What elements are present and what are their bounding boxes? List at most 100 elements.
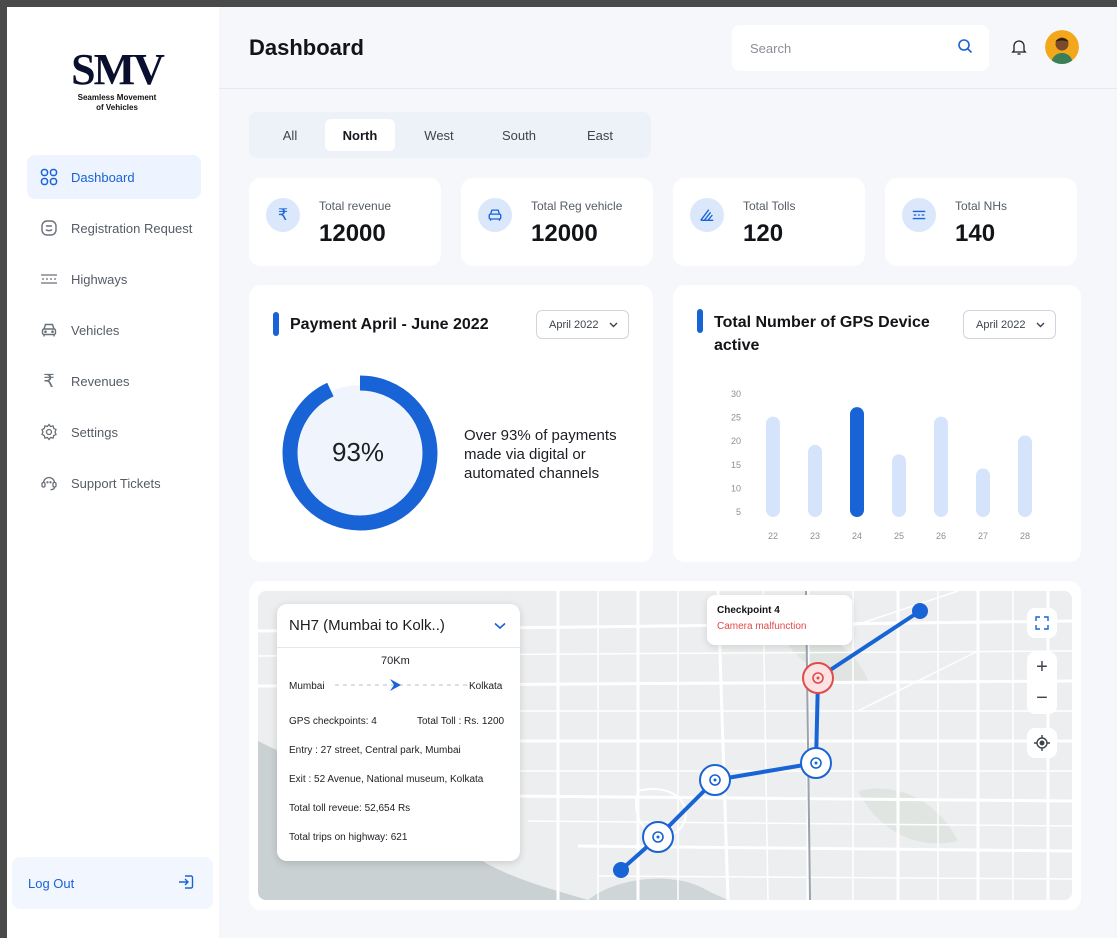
search-icon[interactable] — [957, 38, 973, 59]
route-direction-line — [335, 679, 470, 691]
sidebar-item-registration-request[interactable]: Registration Request — [27, 206, 201, 250]
route-total-toll: Total Toll : Rs. 1200 — [417, 716, 505, 727]
chevron-down-icon — [1036, 319, 1045, 331]
sidebar-item-settings[interactable]: Settings — [27, 410, 201, 454]
support-icon — [39, 473, 59, 493]
rupee-icon: ₹ — [43, 370, 55, 391]
logout-button[interactable]: Log Out — [12, 857, 213, 909]
zoom-in-button[interactable]: + — [1036, 652, 1048, 683]
logout-label: Log Out — [28, 875, 75, 891]
tab-south[interactable]: South — [483, 119, 555, 151]
route-start-marker[interactable] — [613, 862, 629, 878]
logo-tagline: Seamless Movement — [77, 93, 157, 102]
y-tick-label: 15 — [731, 460, 741, 470]
notification-bell-icon[interactable] — [1007, 35, 1031, 59]
route-entry: Entry : 27 street, Central park, Mumbai — [289, 745, 461, 756]
chevron-down-icon — [609, 319, 618, 331]
dropdown-value: April 2022 — [976, 318, 1026, 331]
route-exit: Exit : 52 Avenue, National museum, Kolka… — [289, 774, 484, 785]
sidebar-item-support-tickets[interactable]: Support Tickets — [27, 461, 201, 505]
payment-desc-line: Over 93% of payments — [464, 427, 617, 444]
route-info-card: NH7 (Mumbai to Kolk..) 70Km Mumbai Kolka… — [277, 604, 520, 861]
route-selector[interactable]: NH7 (Mumbai to Kolk..) — [277, 604, 520, 648]
checkpoint-3-marker[interactable] — [800, 747, 832, 779]
tab-north[interactable]: North — [325, 119, 395, 151]
payment-desc-line: automated channels — [464, 465, 600, 482]
x-tick-label: 25 — [894, 531, 904, 541]
route-from: Mumbai — [289, 681, 325, 692]
checkpoint-1-marker[interactable] — [642, 821, 674, 853]
callout-status: Camera malfunction — [717, 621, 807, 632]
sidebar-item-label: Vehicles — [71, 322, 120, 338]
gps-title-line: Total Number of GPS Device — [714, 314, 930, 331]
bar-24[interactable] — [850, 407, 864, 517]
avatar[interactable] — [1045, 30, 1079, 64]
bar-26[interactable] — [934, 416, 948, 517]
route-end-marker[interactable] — [912, 603, 928, 619]
top-header: Dashboard — [219, 7, 1117, 89]
y-tick-label: 5 — [736, 507, 741, 517]
locate-icon — [1034, 735, 1050, 751]
stat-value: 12000 — [531, 220, 598, 247]
sidebar-item-revenues[interactable]: ₹ Revenues — [27, 359, 201, 403]
route-to: Kolkata — [469, 681, 503, 692]
stat-label: Total Reg vehicle — [531, 199, 623, 213]
checkpoint-callout: Checkpoint 4 Camera malfunction — [707, 595, 852, 645]
gps-month-dropdown[interactable]: April 2022 — [963, 310, 1056, 339]
chevron-down-icon — [494, 617, 506, 635]
zoom-out-button[interactable]: − — [1036, 683, 1048, 714]
bar-25[interactable] — [892, 454, 906, 517]
payment-description: Over 93% of payments made via digital or… — [464, 426, 644, 483]
gps-bar-chart: 30 25 20 15 10 5 22 23 24 25 26 27 28 — [731, 389, 1032, 541]
locate-button[interactable] — [1027, 728, 1057, 758]
sidebar-item-label: Settings — [71, 424, 118, 440]
route-distance: 70Km — [381, 655, 410, 667]
panel-accent-bar — [273, 312, 279, 336]
rupee-icon: ₹ — [266, 198, 300, 232]
bar-28[interactable] — [1018, 435, 1032, 517]
x-tick-label: 28 — [1020, 531, 1030, 541]
bar-22[interactable] — [766, 416, 780, 517]
checkpoint-2-marker[interactable] — [699, 764, 731, 796]
logout-icon — [177, 873, 195, 894]
stat-value: 120 — [743, 220, 784, 247]
stat-label: Total Tolls — [743, 199, 796, 213]
x-tick-label: 27 — [978, 531, 988, 541]
logo: SMV Seamless Movement of Vehicles — [47, 47, 187, 113]
y-tick-label: 30 — [731, 389, 741, 399]
x-tick-label: 24 — [852, 531, 862, 541]
stat-card-revenue: ₹ Total revenue 12000 — [249, 178, 441, 266]
request-icon — [39, 218, 59, 238]
payment-month-dropdown[interactable]: April 2022 — [536, 310, 629, 339]
sidebar-item-dashboard[interactable]: Dashboard — [27, 155, 201, 199]
sidebar-nav: Dashboard Registration Request Highways … — [27, 155, 201, 512]
tab-east[interactable]: East — [555, 119, 645, 151]
y-tick-label: 10 — [731, 483, 741, 493]
callout-title: Checkpoint 4 — [717, 605, 780, 616]
highway-icon — [902, 198, 936, 232]
tab-all[interactable]: All — [255, 119, 325, 151]
sidebar-item-label: Dashboard — [71, 169, 135, 185]
checkpoint-4-marker[interactable] — [802, 662, 834, 694]
x-tick-label: 26 — [936, 531, 946, 541]
tab-west[interactable]: West — [395, 119, 483, 151]
stat-card-tolls: Total Tolls 120 — [673, 178, 865, 266]
payment-title: Payment April - June 2022 — [290, 316, 489, 333]
zoom-controls: + − — [1027, 652, 1057, 714]
toll-icon — [690, 198, 724, 232]
page-title: Dashboard — [249, 35, 364, 60]
bar-27[interactable] — [976, 468, 990, 517]
bar-23[interactable] — [808, 444, 822, 517]
sidebar-item-label: Support Tickets — [71, 475, 161, 491]
y-tick-label: 25 — [731, 413, 741, 423]
sidebar-item-vehicles[interactable]: Vehicles — [27, 308, 201, 352]
gps-title-line: active — [714, 337, 760, 354]
logo-tagline-2: of Vehicles — [96, 103, 138, 112]
car-icon — [39, 320, 59, 340]
search-box — [732, 25, 989, 71]
sidebar-item-highways[interactable]: Highways — [27, 257, 201, 301]
logo-mark: SMV — [71, 45, 165, 94]
y-tick-label: 20 — [731, 436, 741, 446]
fullscreen-button[interactable] — [1027, 608, 1057, 638]
search-input[interactable] — [750, 40, 957, 56]
